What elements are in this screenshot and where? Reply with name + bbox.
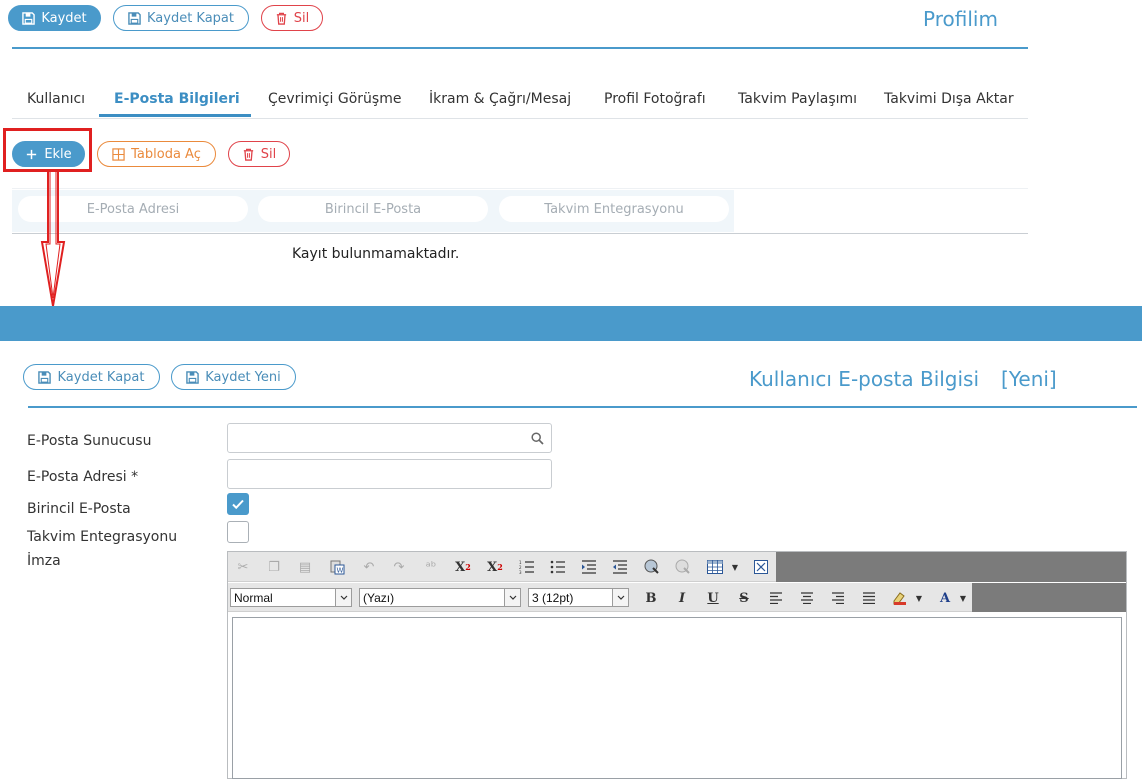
insert-table-icon[interactable] <box>704 556 726 578</box>
list-delete-button[interactable]: Sil <box>228 141 290 167</box>
email-address-label: E-Posta Adresi * <box>27 469 139 485</box>
email-address-input[interactable] <box>227 459 552 489</box>
italic-icon[interactable]: I <box>671 587 693 609</box>
align-right-icon[interactable] <box>827 587 849 609</box>
dialog-save-new-label: Kaydet Yeni <box>205 369 281 385</box>
indent-icon[interactable] <box>578 556 600 578</box>
dialog-save-new-button[interactable]: Kaydet Yeni <box>171 364 296 390</box>
primary-email-label: Birincil E-Posta <box>27 501 131 517</box>
trash-icon <box>276 12 286 25</box>
signature-edit-area[interactable] <box>232 617 1122 779</box>
format-select[interactable]: Normal <box>230 588 352 607</box>
tab-profile-photo[interactable]: Profil Fotoğrafı <box>604 91 706 107</box>
remove-link-icon[interactable] <box>672 556 694 578</box>
floppy-disk-icon <box>128 11 141 25</box>
insert-link-icon[interactable] <box>641 556 663 578</box>
fullscreen-icon[interactable] <box>750 556 772 578</box>
email-server-input[interactable] <box>227 423 552 453</box>
align-justify-icon[interactable] <box>858 587 880 609</box>
calendar-integration-checkbox[interactable] <box>227 521 249 543</box>
page-title: Profilim <box>923 7 998 31</box>
copy-icon[interactable]: ❐ <box>263 556 285 578</box>
table-options-chevron-down-icon[interactable]: ▼ <box>728 556 742 578</box>
empty-message: Kayıt bulunmamaktadır. <box>292 246 460 262</box>
highlight-box <box>3 128 92 172</box>
floppy-disk-icon <box>186 370 200 384</box>
header-divider <box>12 47 1028 49</box>
column-primary-email[interactable]: Birincil E-Posta <box>258 196 488 222</box>
tab-user[interactable]: Kullanıcı <box>27 91 85 107</box>
highlight-chevron-down-icon[interactable]: ▼ <box>912 587 926 609</box>
floppy-disk-icon <box>38 370 52 384</box>
chevron-down-icon <box>335 589 351 606</box>
primary-email-checkbox[interactable] <box>227 493 249 515</box>
save-close-label: Kaydet Kapat <box>146 10 234 26</box>
dialog-save-close-button[interactable]: Kaydet Kapat <box>23 364 160 390</box>
spellcheck-icon[interactable]: ᵃᵇ <box>420 556 442 578</box>
toolbar-dark-fill <box>776 552 1126 582</box>
font-color-chevron-down-icon[interactable]: ▼ <box>956 587 970 609</box>
tab-calendar-sharing[interactable]: Takvim Paylaşımı <box>738 91 857 107</box>
down-arrow-icon <box>40 172 66 307</box>
align-left-icon[interactable] <box>765 587 787 609</box>
underline-icon[interactable]: U <box>702 587 724 609</box>
tab-online-meeting[interactable]: Çevrimiçi Görüşme <box>268 91 401 107</box>
dialog-title-text: Kullanıcı E-posta Bilgisi <box>749 367 980 391</box>
highlight-color-icon[interactable] <box>890 587 912 609</box>
tabs-divider <box>12 118 1028 119</box>
font-color-icon[interactable]: A <box>934 587 956 609</box>
font-select[interactable]: (Yazı) <box>359 588 521 607</box>
save-button[interactable]: Kaydet <box>8 5 101 31</box>
strikethrough-icon[interactable]: S <box>733 587 755 609</box>
checkmark-icon <box>232 499 244 510</box>
delete-label: Sil <box>293 10 310 26</box>
paste-icon[interactable]: ▤ <box>294 556 316 578</box>
outdent-icon[interactable] <box>609 556 631 578</box>
toolbar-dark-fill-2 <box>972 583 1126 612</box>
chevron-down-icon <box>612 589 628 606</box>
calendar-integration-label: Takvim Entegrasyonu <box>27 529 178 545</box>
paste-from-word-icon[interactable]: W <box>326 556 348 578</box>
signature-label: İmza <box>27 553 61 569</box>
open-in-table-button[interactable]: Tabloda Aç <box>97 141 216 167</box>
delete-button[interactable]: Sil <box>261 5 323 31</box>
superscript-icon[interactable]: X2 <box>452 556 474 578</box>
redo-icon[interactable]: ↷ <box>388 556 410 578</box>
open-in-table-label: Tabloda Aç <box>131 146 201 162</box>
dialog-title: Kullanıcı E-posta Bilgisi [Yeni] <box>749 367 1057 391</box>
list-delete-label: Sil <box>260 146 277 162</box>
unordered-list-icon[interactable] <box>547 556 569 578</box>
size-select[interactable]: 3 (12pt) <box>528 588 629 607</box>
ordered-list-icon[interactable]: 123 <box>516 556 538 578</box>
floppy-disk-icon <box>22 11 36 25</box>
bold-icon[interactable]: B <box>640 587 662 609</box>
email-server-label: E-Posta Sunucusu <box>27 433 152 449</box>
tab-calendar-export[interactable]: Takvimi Dışa Aktar <box>884 91 1014 107</box>
svg-text:3: 3 <box>519 570 522 574</box>
column-calendar-integration[interactable]: Takvim Entegrasyonu <box>499 196 729 222</box>
search-icon[interactable] <box>531 432 544 445</box>
align-center-icon[interactable] <box>796 587 818 609</box>
dialog-header-band <box>0 306 1142 341</box>
table-top-line <box>12 188 1028 189</box>
dialog-mode: [Yeni] <box>1001 367 1057 391</box>
save-label: Kaydet <box>41 10 87 26</box>
trash-icon <box>243 148 253 161</box>
tab-catering-call[interactable]: İkram & Çağrı/Mesaj <box>429 91 571 107</box>
undo-icon[interactable]: ↶ <box>358 556 380 578</box>
tab-email-info[interactable]: E-Posta Bilgileri <box>114 91 240 107</box>
cut-icon[interactable]: ✂ <box>232 556 254 578</box>
dialog-save-close-label: Kaydet Kapat <box>57 369 145 385</box>
active-tab-indicator <box>99 114 251 117</box>
table-grid-icon <box>112 147 125 161</box>
save-close-button[interactable]: Kaydet Kapat <box>113 5 249 31</box>
svg-text:W: W <box>337 567 344 575</box>
table-header-divider <box>12 233 1028 234</box>
dialog-divider <box>28 406 1137 408</box>
subscript-icon[interactable]: X2 <box>484 556 506 578</box>
chevron-down-icon <box>504 589 520 606</box>
